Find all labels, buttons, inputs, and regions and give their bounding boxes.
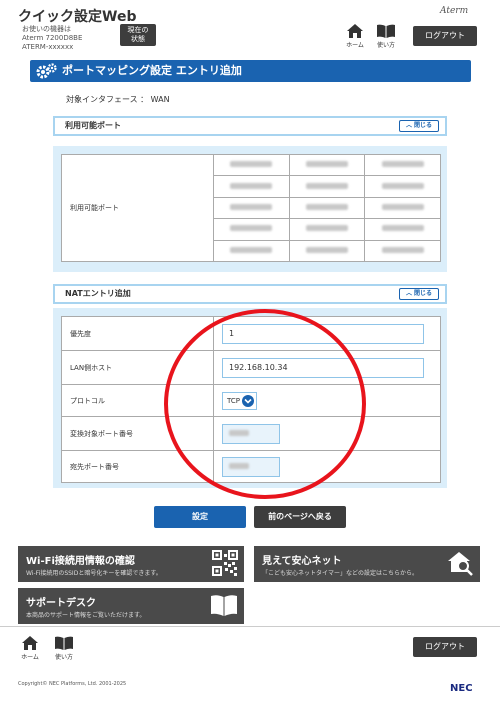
- blurred-port-range: [230, 203, 273, 210]
- home-icon: [22, 636, 38, 650]
- blurred-port-range: [305, 225, 348, 232]
- safety-net-tile[interactable]: 見えて安心ネット 「こども安心ネットタイマー」などの設定はこちらから。: [254, 546, 480, 582]
- available-ports-label: 利用可能ポート: [61, 154, 214, 262]
- footer-divider: [0, 626, 500, 627]
- book-icon: [55, 636, 73, 650]
- footer-howto-button[interactable]: 使い方: [51, 636, 77, 661]
- back-button[interactable]: 前のページへ戻る: [254, 506, 346, 528]
- nat-entry-header: NATエントリ追加 ︿ 閉じる: [53, 284, 447, 304]
- device-info: お使いの機器は Aterm 7200D8BE ATERM-xxxxxx: [22, 25, 82, 52]
- blurred-port-range: [381, 182, 424, 189]
- nec-logo: NEC: [450, 683, 473, 694]
- support-desk-tile[interactable]: サポートデスク 本商品のサポート情報をご覧いただけます。: [18, 588, 244, 624]
- device-model: Aterm 7200D8BE: [22, 34, 83, 42]
- interface-label: 対象インタフェース ： WAN: [66, 95, 170, 104]
- blurred-port-range: [381, 161, 424, 168]
- qr-code-icon: [212, 550, 238, 576]
- blurred-port-range: [230, 246, 273, 253]
- house-search-icon: [448, 552, 473, 576]
- footer-home-button[interactable]: ホーム: [18, 636, 42, 661]
- app-title: クイック設定Web: [18, 9, 137, 25]
- blurred-port-range: [305, 246, 348, 253]
- available-ports-header: 利用可能ポート ︿ 閉じる: [53, 116, 447, 136]
- chevron-up-icon: ︿: [405, 122, 412, 129]
- available-ports-table: 利用可能ポート: [61, 153, 441, 263]
- footer-logout-button[interactable]: ログアウト: [413, 637, 477, 657]
- brand-logo: Aterm: [440, 6, 469, 16]
- current-status-button[interactable]: 現在の 状態: [120, 24, 156, 46]
- blurred-port-range: [230, 182, 273, 189]
- copyright-text: Copyright© NEC Platforms, Ltd. 2001-2025: [18, 681, 127, 687]
- blurred-port-range: [305, 161, 348, 168]
- gear-icon: [36, 63, 57, 79]
- blurred-port-range: [381, 225, 424, 232]
- table-row: 利用可能ポート: [61, 153, 441, 262]
- blurred-port-range: [305, 182, 348, 189]
- logout-button[interactable]: ログアウト: [413, 26, 477, 46]
- blurred-port-range: [305, 203, 348, 210]
- home-nav-button[interactable]: ホーム: [343, 24, 367, 49]
- blurred-port-range: [230, 225, 273, 232]
- home-icon: [347, 24, 363, 38]
- chevron-up-icon: ︿: [405, 290, 412, 297]
- page-title: ポートマッピング設定 エントリ追加: [30, 60, 471, 82]
- howto-nav-button[interactable]: 使い方: [373, 24, 399, 49]
- device-label: お使いの機器は: [22, 25, 71, 33]
- submit-button[interactable]: 設定: [154, 506, 246, 528]
- annotation-circle: [164, 309, 366, 499]
- nat-entry-close-button[interactable]: ︿ 閉じる: [399, 288, 439, 300]
- available-ports-panel: 利用可能ポート: [53, 146, 447, 272]
- blurred-port-range: [230, 161, 273, 168]
- device-id: ATERM-xxxxxx: [22, 43, 74, 51]
- book-icon: [211, 595, 237, 616]
- blurred-port-range: [381, 203, 424, 210]
- wifi-info-tile[interactable]: Wi-Fi接続用情報の確認 Wi-Fi接続用のSSIDと暗号化キーを確認できます…: [18, 546, 244, 582]
- book-icon: [377, 24, 395, 38]
- available-ports-close-button[interactable]: ︿ 閉じる: [399, 120, 439, 132]
- blurred-port-range: [381, 246, 424, 253]
